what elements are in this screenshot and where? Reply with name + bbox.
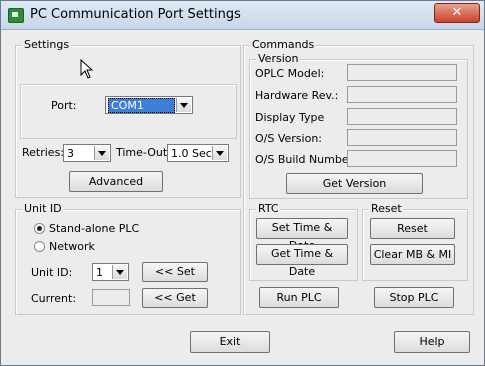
oplc-model-label: OPLC Model: <box>255 67 325 80</box>
title-bar[interactable]: PC Communication Port Settings ✕ <box>1 1 484 30</box>
chevron-down-icon[interactable] <box>112 265 127 279</box>
port-value: COM1 <box>108 98 175 113</box>
unit-id-select[interactable]: 1 <box>92 263 129 281</box>
exit-button[interactable]: Exit <box>190 331 270 353</box>
timeout-value: 1.0 Sec <box>171 147 212 160</box>
network-radio[interactable] <box>34 241 45 252</box>
unit-id-legend: Unit ID <box>22 202 64 215</box>
version-legend: Version <box>256 52 301 65</box>
chevron-down-icon[interactable] <box>94 146 109 160</box>
display-type-label: Display Type <box>255 111 325 124</box>
hardware-rev-label: Hardware Rev.: <box>255 89 339 102</box>
current-label: Current: <box>31 292 77 305</box>
set-time-date-button[interactable]: Set Time & Date <box>256 218 348 252</box>
set-unit-id-button[interactable]: << Set <box>142 262 208 282</box>
retries-value: 3 <box>67 147 74 160</box>
os-build-number-field <box>347 150 457 167</box>
get-unit-id-button[interactable]: << Get <box>142 288 208 308</box>
settings-legend: Settings <box>22 38 72 51</box>
oplc-model-field <box>347 64 457 81</box>
timeout-label: Time-Out: <box>116 146 171 159</box>
window-title: PC Communication Port Settings <box>30 7 241 22</box>
retries-label: Retries: <box>22 146 65 159</box>
get-time-date-button[interactable]: Get Time & Date <box>256 244 348 278</box>
rtc-legend: RTC <box>256 202 281 215</box>
help-button[interactable]: Help <box>394 331 470 353</box>
port-label: Port: <box>51 99 77 112</box>
advanced-button[interactable]: Advanced <box>69 171 163 192</box>
standalone-radio[interactable] <box>34 223 45 234</box>
reset-legend: Reset <box>369 202 404 215</box>
os-version-label: O/S Version: <box>255 132 322 145</box>
display-type-field <box>347 108 457 125</box>
get-version-button[interactable]: Get Version <box>286 173 423 194</box>
network-label[interactable]: Network <box>49 240 95 253</box>
clear-mb-mi-button[interactable]: Clear MB & MI <box>370 244 455 265</box>
retries-select[interactable]: 3 <box>63 144 111 162</box>
port-select[interactable]: COM1 <box>105 96 193 114</box>
unit-id-value: 1 <box>96 266 103 279</box>
stop-plc-button[interactable]: Stop PLC <box>374 287 454 308</box>
reset-button[interactable]: Reset <box>370 218 455 239</box>
os-version-field <box>347 129 457 146</box>
commands-legend: Commands <box>250 38 317 51</box>
chevron-down-icon[interactable] <box>176 98 191 112</box>
app-icon <box>8 8 24 23</box>
os-build-number-label: O/S Build Number: <box>255 153 357 166</box>
current-field <box>92 289 130 306</box>
dialog-window: PC Communication Port Settings ✕ Setting… <box>0 0 485 366</box>
chevron-down-icon[interactable] <box>212 146 227 160</box>
standalone-label[interactable]: Stand-alone PLC <box>49 222 139 235</box>
close-button[interactable]: ✕ <box>434 3 480 23</box>
hardware-rev-field <box>347 86 457 103</box>
mouse-cursor-icon <box>80 59 94 79</box>
unit-id-label: Unit ID: <box>31 266 73 279</box>
timeout-select[interactable]: 1.0 Sec <box>167 144 229 162</box>
run-plc-button[interactable]: Run PLC <box>259 287 339 308</box>
